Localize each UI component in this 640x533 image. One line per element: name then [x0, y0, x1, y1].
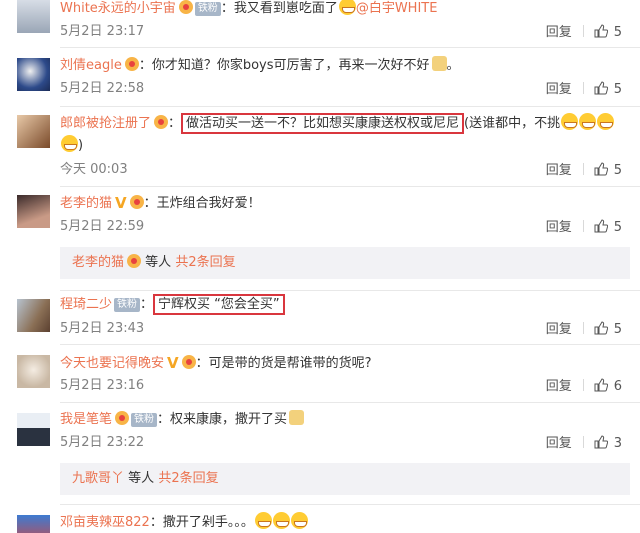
verified-v-icon: V: [167, 354, 179, 372]
like-count: 6: [613, 379, 622, 394]
avatar[interactable]: [17, 115, 50, 148]
comment-text: ：可是带的货是帮谁带的货呢?: [195, 356, 372, 371]
laughing-emoji-icon: [254, 512, 272, 529]
comment-time: 5月2日 22:58: [60, 81, 145, 96]
laughing-emoji-icon: [579, 113, 597, 130]
like-count: 5: [613, 322, 622, 337]
reply-button[interactable]: 回复: [546, 25, 572, 41]
avatar[interactable]: [17, 355, 50, 388]
fan-badge: 铁粉: [131, 413, 158, 427]
laughing-emoji-icon: [290, 512, 308, 529]
like-thumb-icon[interactable]: [594, 321, 608, 340]
verified-v-icon: V: [115, 194, 127, 212]
like-count: 5: [613, 82, 622, 97]
laughing-emoji-icon: [597, 113, 615, 130]
member-crown-icon: [154, 115, 169, 129]
like-count: 5: [613, 220, 622, 235]
avatar[interactable]: [17, 299, 50, 332]
comment-username[interactable]: 我是笔笔: [60, 412, 112, 427]
comment-time: 5月2日 23:22: [60, 435, 145, 450]
like-thumb-icon[interactable]: [594, 24, 608, 43]
laughing-emoji-icon: [61, 135, 78, 152]
comment-text: ：王炸组合我好爱！: [143, 196, 261, 211]
fan-badge: 铁粉: [194, 2, 221, 16]
comment-username[interactable]: White永远的小宇宙: [60, 1, 176, 16]
comment-time: 5月2日 23:43: [60, 321, 145, 336]
view-replies-link[interactable]: 共2条回复: [158, 471, 218, 486]
avatar[interactable]: [17, 0, 50, 33]
comment-text: ：你才知道？你家boys可厉害了，再来一次好不好: [138, 58, 430, 73]
like-thumb-icon[interactable]: [594, 435, 608, 454]
comment-text: ：我又看到崽吃面了: [220, 1, 338, 16]
reply-button[interactable]: 回复: [546, 220, 572, 236]
sub-reply-username[interactable]: 老李的猫: [72, 255, 124, 270]
reply-button[interactable]: 回复: [546, 163, 572, 179]
comment-username[interactable]: 刘倩eagle: [60, 58, 122, 73]
sub-reply-summary[interactable]: 老李的猫 等人 共2条回复: [60, 247, 630, 279]
comment-time: 5月2日 23:16: [60, 378, 145, 393]
doge-emoticon-icon: [289, 410, 305, 425]
like-thumb-icon[interactable]: [594, 219, 608, 238]
emoticon-icon: [431, 56, 447, 71]
highlighted-text: 宁辉权买 “您会全买”: [153, 294, 285, 315]
mention-link[interactable]: @白宇WHITE: [356, 1, 438, 16]
reply-button[interactable]: 回复: [546, 322, 572, 338]
comment-text: ：权来康康，撒开了买: [157, 412, 288, 427]
comment-time: 5月2日 22:59: [60, 219, 145, 234]
reply-button[interactable]: 回复: [546, 379, 572, 395]
like-thumb-icon[interactable]: [594, 378, 608, 397]
comment-time: 今天 00:03: [60, 162, 128, 177]
member-crown-icon: [129, 195, 144, 209]
comment-text: (送谁都中，不挑: [464, 116, 561, 131]
comment-time: 5月2日 23:17: [60, 24, 145, 39]
like-count: 5: [613, 163, 622, 178]
comment-username[interactable]: 今天也要记得晚安: [60, 356, 164, 371]
laughing-emoji-icon: [272, 512, 290, 529]
like-thumb-icon[interactable]: [594, 162, 608, 181]
like-count: 5: [613, 25, 622, 40]
reply-button[interactable]: 回复: [546, 436, 572, 452]
avatar[interactable]: [17, 58, 50, 91]
like-thumb-icon[interactable]: [594, 81, 608, 100]
sub-reply-summary[interactable]: 九歌哥丫 等人 共2条回复: [60, 463, 630, 495]
laughing-emoji-icon: [561, 113, 579, 130]
like-count: 3: [613, 436, 622, 451]
fan-badge: 铁粉: [114, 298, 141, 312]
comment-text: ：撒开了剁手。。。: [149, 515, 254, 530]
member-crown-icon: [181, 355, 196, 369]
sub-reply-username[interactable]: 九歌哥丫: [72, 471, 124, 486]
member-crown-icon: [124, 57, 139, 71]
comment-username[interactable]: 邓亩夷辣巫822: [60, 515, 150, 530]
member-crown-icon: [178, 0, 193, 14]
view-replies-link[interactable]: 共2条回复: [175, 255, 235, 270]
comment-username[interactable]: 郎郎被抢注册了: [60, 116, 151, 131]
member-crown-icon: [127, 254, 142, 268]
avatar[interactable]: [17, 413, 50, 446]
comment-username[interactable]: 程琦二少: [60, 297, 112, 312]
member-crown-icon: [115, 411, 130, 425]
comment-username[interactable]: 老李的猫: [60, 196, 112, 211]
laughing-emoji-icon: [338, 0, 356, 15]
reply-button[interactable]: 回复: [546, 82, 572, 98]
avatar[interactable]: [17, 515, 50, 533]
avatar[interactable]: [17, 195, 50, 228]
highlighted-text: 做活动买一送一不？比如想买康康送权权或尼尼: [181, 113, 465, 134]
